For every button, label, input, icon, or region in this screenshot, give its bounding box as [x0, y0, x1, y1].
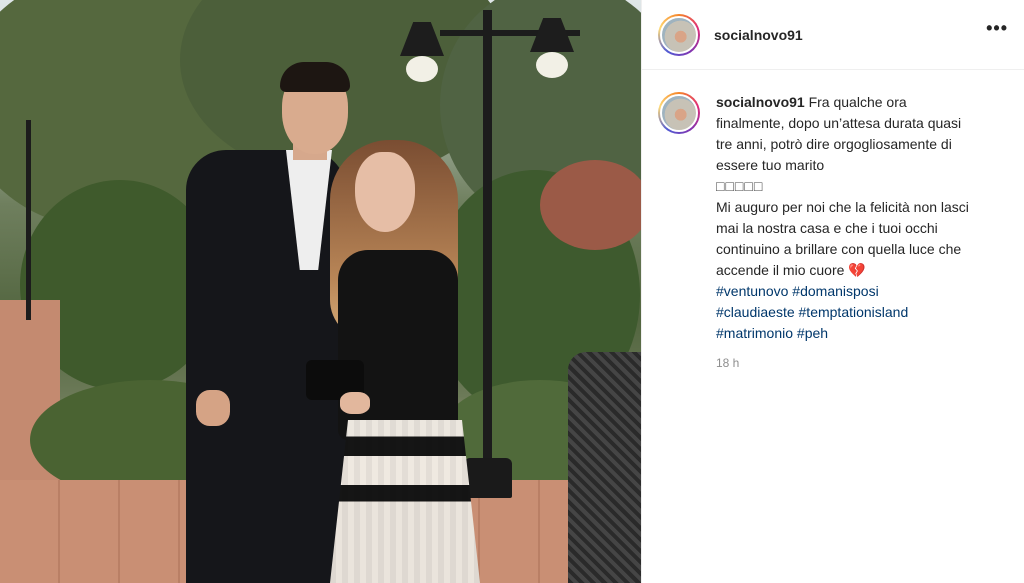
post-header: socialnovo91 •••	[642, 0, 1024, 70]
hashtag-link[interactable]: #domanisposi	[792, 283, 878, 299]
photo-chair	[568, 352, 641, 583]
avatar-image	[660, 94, 698, 132]
instagram-post: socialnovo91 ••• socialnovo91 Fra qualch…	[0, 0, 1024, 583]
hashtag-link[interactable]: #ventunovo	[716, 283, 788, 299]
photo-lamp-globe	[406, 56, 438, 82]
caption-username[interactable]: socialnovo91	[716, 94, 805, 110]
photo-woman-skirt	[330, 420, 480, 583]
avatar[interactable]	[658, 13, 700, 56]
hashtag-link[interactable]: #temptationisland	[799, 304, 909, 320]
photo-man-hand	[196, 390, 230, 426]
header-username[interactable]: socialnovo91	[714, 27, 803, 43]
post-timestamp[interactable]: 18 h	[716, 353, 978, 374]
hashtag-link[interactable]: #claudiaeste	[716, 304, 795, 320]
photo-lamppost	[26, 120, 31, 320]
photo-man-hair	[280, 62, 350, 92]
hashtag-link[interactable]: #matrimonio	[716, 325, 793, 341]
caption-body: socialnovo91 Fra qualche ora finalmente,…	[716, 92, 978, 374]
post-sidebar: socialnovo91 ••• socialnovo91 Fra qualch…	[641, 0, 1024, 583]
photo-lamppost	[483, 10, 492, 480]
caption-comment: socialnovo91 Fra qualche ora finalmente,…	[642, 70, 1024, 374]
avatar-image	[660, 15, 698, 54]
photo-woman-hand	[340, 392, 370, 414]
caption-emojis: □□□□□	[716, 178, 764, 194]
avatar[interactable]	[658, 92, 700, 134]
hashtag-list: #ventunovo #domanisposi #claudiaeste #te…	[716, 281, 978, 344]
photo-woman-head	[355, 152, 415, 232]
photo-lamp-base	[464, 458, 512, 498]
photo-lamp-globe	[536, 52, 568, 78]
post-photo[interactable]	[0, 0, 641, 583]
more-options-icon[interactable]: •••	[986, 18, 1008, 39]
hashtag-link[interactable]: #peh	[797, 325, 828, 341]
caption-text: Mi auguro per noi che la felicità non la…	[716, 199, 969, 278]
photo-bush	[540, 160, 641, 250]
